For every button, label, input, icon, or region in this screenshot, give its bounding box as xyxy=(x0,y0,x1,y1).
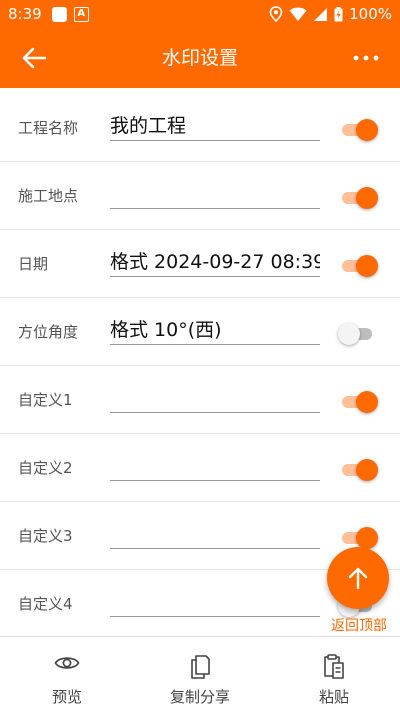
location-icon xyxy=(269,6,283,22)
row-label: 自定义2 xyxy=(18,459,73,477)
eye-icon xyxy=(54,657,80,669)
bottom-nav: 预览 复制分享 粘贴 xyxy=(0,636,400,711)
page-title: 水印设置 xyxy=(161,47,238,69)
date-toggle[interactable] xyxy=(340,255,380,277)
row-label: 日期 xyxy=(18,255,49,273)
row-label: 自定义3 xyxy=(18,527,73,545)
nav-preview[interactable]: 预览 xyxy=(7,637,127,711)
copy-icon xyxy=(191,655,210,679)
project-name-toggle[interactable] xyxy=(340,119,380,141)
notification-a-icon: A xyxy=(73,6,89,22)
custom-3-toggle[interactable] xyxy=(340,527,380,549)
row-label: 自定义1 xyxy=(18,391,73,409)
nav-preview-label: 预览 xyxy=(51,688,82,706)
construction-site-toggle[interactable] xyxy=(340,187,380,209)
row-construction-site: 施工地点 xyxy=(0,162,400,230)
status-bar: 8:39 A 100% xyxy=(0,0,400,28)
bearing-toggle[interactable] xyxy=(338,323,380,345)
status-right: 100% xyxy=(269,5,392,23)
project-name-input[interactable]: 我的工程 xyxy=(110,112,320,141)
nav-paste-label: 粘贴 xyxy=(318,688,349,706)
nav-copy-share-label: 复制分享 xyxy=(169,688,230,706)
custom-1-input[interactable] xyxy=(110,384,320,413)
nav-paste[interactable]: 粘贴 xyxy=(274,637,394,711)
arrow-up-icon xyxy=(348,567,368,590)
more-horizontal-icon xyxy=(353,55,379,61)
nav-copy-share[interactable]: 复制分享 xyxy=(140,637,260,711)
paste-icon xyxy=(324,654,344,679)
row-label: 方位角度 xyxy=(18,323,79,341)
status-time: 8:39 xyxy=(8,5,42,23)
screen: 8:39 A 100% 水印设置 工程名称 我的工程 施工地点 日期 格式 20… xyxy=(0,0,400,711)
row-project-name: 工程名称 我的工程 xyxy=(0,94,400,162)
custom-2-input[interactable] xyxy=(110,452,320,481)
app-bar: 水印设置 xyxy=(0,28,400,88)
row-bearing: 方位角度 格式 10°(西) xyxy=(0,298,400,366)
bearing-format-input[interactable]: 格式 10°(西) xyxy=(110,316,320,345)
row-label: 工程名称 xyxy=(18,119,79,137)
row-custom-2: 自定义2 xyxy=(0,434,400,502)
signal-icon xyxy=(314,7,328,21)
battery-charging-icon xyxy=(334,6,343,21)
back-to-top-label[interactable]: 返回顶部 xyxy=(322,615,396,635)
wifi-icon xyxy=(289,7,307,21)
custom-3-input[interactable] xyxy=(110,520,320,549)
construction-site-input[interactable] xyxy=(110,180,320,209)
more-options-button[interactable] xyxy=(346,42,386,74)
row-custom-1: 自定义1 xyxy=(0,366,400,434)
row-date: 日期 格式 2024-09-27 08:39:3 xyxy=(0,230,400,298)
back-to-top-button[interactable] xyxy=(327,547,389,609)
custom-4-input[interactable] xyxy=(110,588,320,617)
battery-percent: 100% xyxy=(349,5,392,23)
date-format-input[interactable]: 格式 2024-09-27 08:39:3 xyxy=(110,248,320,277)
row-label: 自定义4 xyxy=(18,595,73,613)
notification-square-icon xyxy=(51,6,67,22)
custom-2-toggle[interactable] xyxy=(340,459,380,481)
row-label: 施工地点 xyxy=(18,187,79,205)
custom-1-toggle[interactable] xyxy=(340,391,380,413)
